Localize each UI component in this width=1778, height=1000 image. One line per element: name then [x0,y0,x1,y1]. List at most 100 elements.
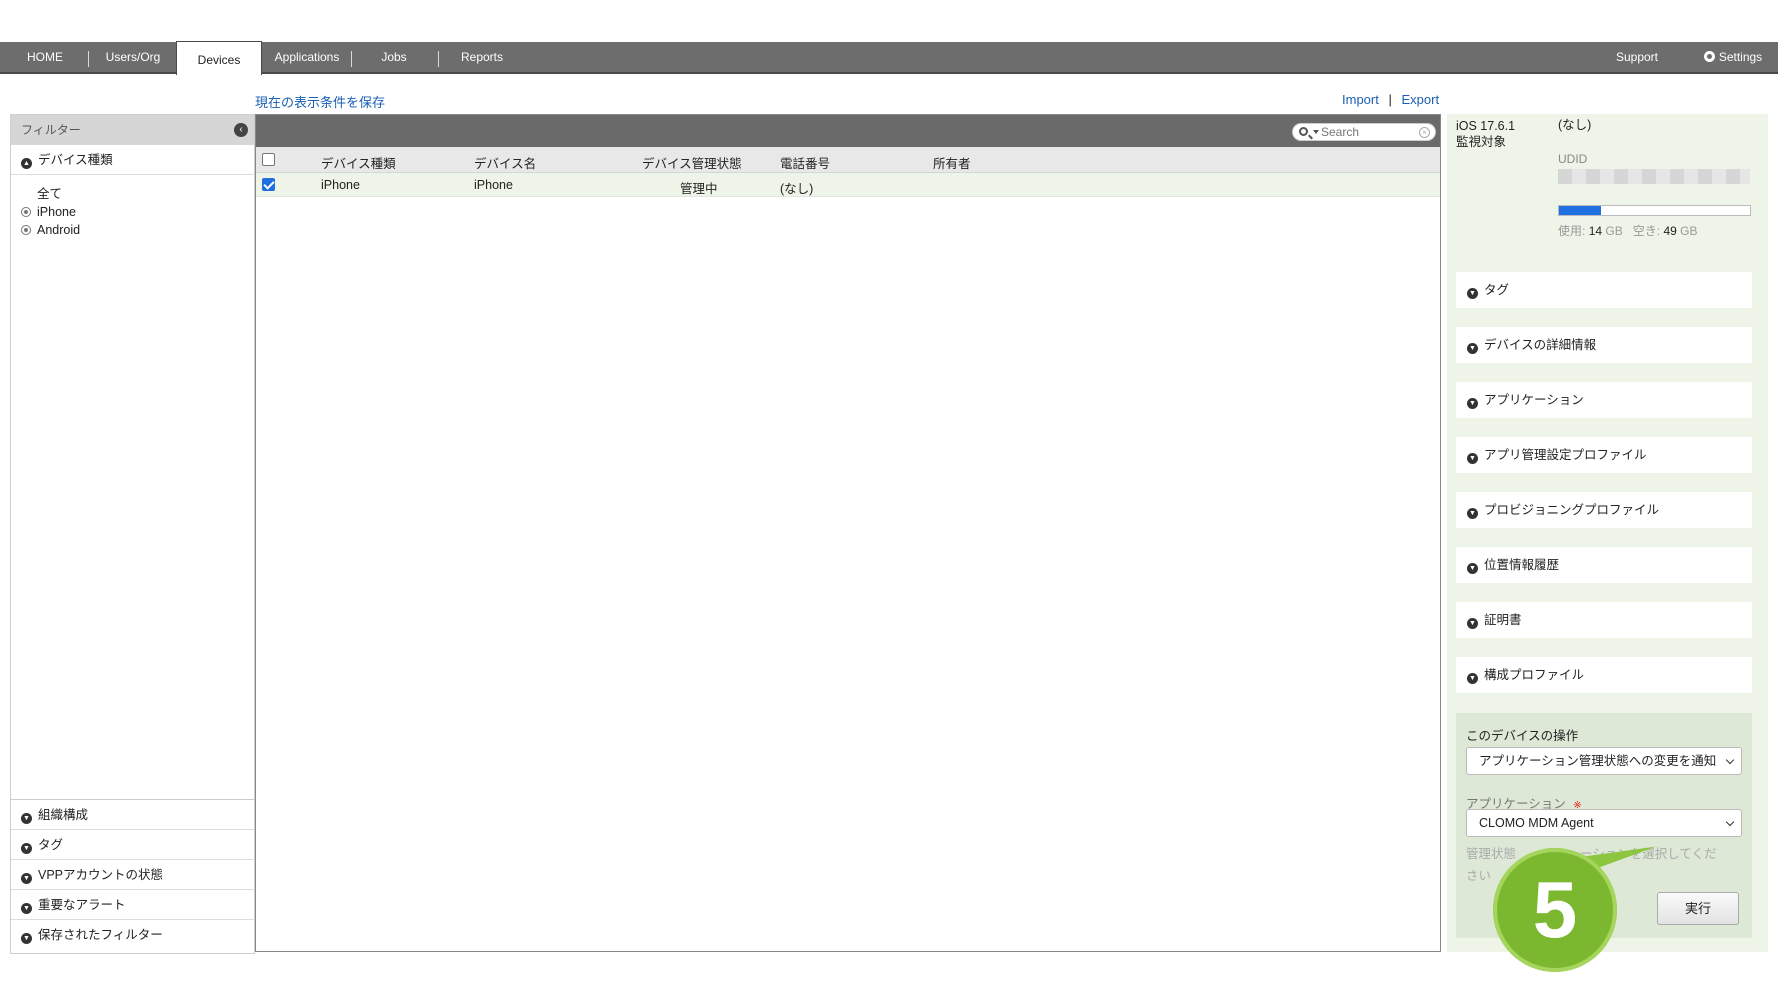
chevron-down-icon: ▼ [1467,288,1478,299]
chevron-up-icon: ▲ [21,158,32,169]
filter-section-label: 保存されたフィルター [38,928,163,942]
storage-bar-fill [1559,206,1602,215]
action-select[interactable]: アプリケーション管理状態への変更を通知 [1466,747,1742,775]
device-detail-panel: iOS 17.6.1 監視対象 (なし) UDID 使用: 14 GB 空き: … [1447,114,1768,952]
section-location-history[interactable]: ▼ 位置情報履歴 [1456,547,1752,583]
chevron-down-icon: ▼ [1467,618,1478,629]
nav-home[interactable]: HOME [0,42,90,72]
udid-label: UDID [1558,152,1588,166]
export-link[interactable]: Export [1401,92,1439,107]
storage-used-label: 使用: [1558,224,1586,238]
radio-icon [21,207,31,217]
column-phone[interactable]: 電話番号 [780,153,830,172]
filter-section-label: 組織構成 [38,808,89,822]
supervised-status: 監視対象 [1456,135,1507,149]
storage-used-value: 14 [1588,224,1603,238]
nav-separator [438,51,439,67]
table-row[interactable]: iPhone iPhone 管理中 (なし) [256,173,1440,197]
chevron-down-icon: ▼ [21,813,32,824]
table-header: デバイス種類 デバイス名 デバイス管理状態 電話番号 所有者 [256,147,1440,173]
radio-icon [21,225,31,235]
nav-settings[interactable]: Settings [1690,42,1776,72]
chevron-down-icon: ▼ [1467,398,1478,409]
link-separator: | [1388,92,1392,107]
storage-unit: GB [1680,224,1698,238]
nav-jobs[interactable]: Jobs [352,42,436,72]
filter-option-iphone[interactable]: iPhone [11,203,254,221]
chevron-down-icon: ▼ [1467,563,1478,574]
top-nav: HOME Users/Org Devices Applications Jobs… [0,41,1778,75]
import-export-links: Import | Export [1342,92,1439,107]
device-table: × デバイス種類 デバイス名 デバイス管理状態 電話番号 所有者 iPhone … [255,114,1441,952]
section-applications[interactable]: ▼ アプリケーション [1456,382,1752,418]
chevron-down-icon [1725,755,1735,765]
udid-redacted [1558,169,1750,184]
chevron-down-icon [1725,817,1735,827]
filter-title: フィルター [21,123,81,137]
nav-applications[interactable]: Applications [262,42,352,72]
section-device-details[interactable]: ▼ デバイスの詳細情報 [1456,327,1752,363]
search-icon [1299,127,1308,136]
import-link[interactable]: Import [1342,92,1379,107]
section-label: アプリケーション [1484,393,1584,407]
filter-section-tag[interactable]: ▼ タグ [11,830,254,860]
filter-sections: ▼ 組織構成 ▼ タグ ▼ VPPアカウントの状態 ▼ 重要なアラート ▼ 保存されたフィ… [11,799,254,950]
nav-reports[interactable]: Reports [440,42,524,72]
chevron-down-icon: ▼ [21,903,32,914]
section-tag[interactable]: ▼ タグ [1456,272,1752,308]
column-owner[interactable]: 所有者 [933,153,971,172]
filter-section-saved[interactable]: ▼ 保存されたフィルター [11,920,254,950]
section-certificates[interactable]: ▼ 証明書 [1456,602,1752,638]
nav-users-org[interactable]: Users/Org [90,42,176,72]
chevron-down-icon: ▼ [21,843,32,854]
help-text-left: 管理状態 [1466,847,1517,861]
filter-section-vpp[interactable]: ▼ VPPアカウントの状態 [11,860,254,890]
section-label: タグ [1484,283,1510,297]
section-label: 構成プロファイル [1484,668,1585,682]
table-toolbar: × [256,115,1440,147]
nav-settings-label: Settings [1718,50,1763,64]
filter-option-label: iPhone [37,205,76,219]
filter-section-label: タグ [38,838,64,852]
cell-management-status: 管理中 [680,182,718,196]
column-management-status[interactable]: デバイス管理状態 [642,153,742,172]
search-box[interactable]: × [1292,123,1436,141]
column-device-name[interactable]: デバイス名 [474,153,536,172]
search-input[interactable] [1321,125,1417,139]
filter-option-all[interactable]: 全て [11,185,254,203]
storage-bar [1558,205,1751,216]
section-label: 証明書 [1484,613,1522,627]
run-button[interactable]: 実行 [1657,892,1739,925]
application-select[interactable]: CLOMO MDM Agent [1466,809,1742,837]
section-config-profile[interactable]: ▼ 構成プロファイル [1456,657,1752,693]
clear-icon[interactable]: × [1419,127,1430,138]
storage-free-value: 49 [1663,224,1677,238]
collapse-icon[interactable]: ‹ [234,123,248,137]
os-info: iOS 17.6.1 監視対象 [1456,118,1515,150]
row-checkbox[interactable] [262,178,275,191]
chevron-down-icon: ▼ [1467,673,1478,684]
chevron-down-icon: ▼ [1467,508,1478,519]
save-view-link[interactable]: 現在の表示条件を保存 [255,92,385,111]
application-select-value: CLOMO MDM Agent [1479,816,1594,830]
dropdown-arrow-icon[interactable] [1313,130,1319,134]
storage-info: 使用: 14 GB 空き: 49 GB [1558,222,1697,239]
filter-option-android[interactable]: Android [11,221,254,239]
filter-section-label: 重要なアラート [38,898,126,912]
select-all-checkbox[interactable] [262,153,275,166]
storage-free-label: 空き: [1632,224,1661,238]
app-window: HOME Users/Org Devices Applications Jobs… [0,0,1778,1000]
section-label: デバイスの詳細情報 [1484,338,1597,352]
cell-phone: (なし) [780,182,814,196]
column-device-type[interactable]: デバイス種類 [321,153,396,172]
operations-title: このデバイスの操作 [1466,729,1579,743]
filter-section-org[interactable]: ▼ 組織構成 [11,800,254,830]
filter-section-alerts[interactable]: ▼ 重要なアラート [11,890,254,920]
nav-devices[interactable]: Devices [176,41,262,75]
nav-support[interactable]: Support [1600,42,1674,72]
section-provisioning-profile[interactable]: ▼ プロビジョニングプロファイル [1456,492,1752,528]
chevron-down-icon: ▼ [1467,453,1478,464]
filter-device-type[interactable]: ▲ デバイス種類 [11,145,254,175]
action-select-value: アプリケーション管理状態への変更を通知 [1479,754,1717,768]
section-app-config-profile[interactable]: ▼ アプリ管理設定プロファイル [1456,437,1752,473]
